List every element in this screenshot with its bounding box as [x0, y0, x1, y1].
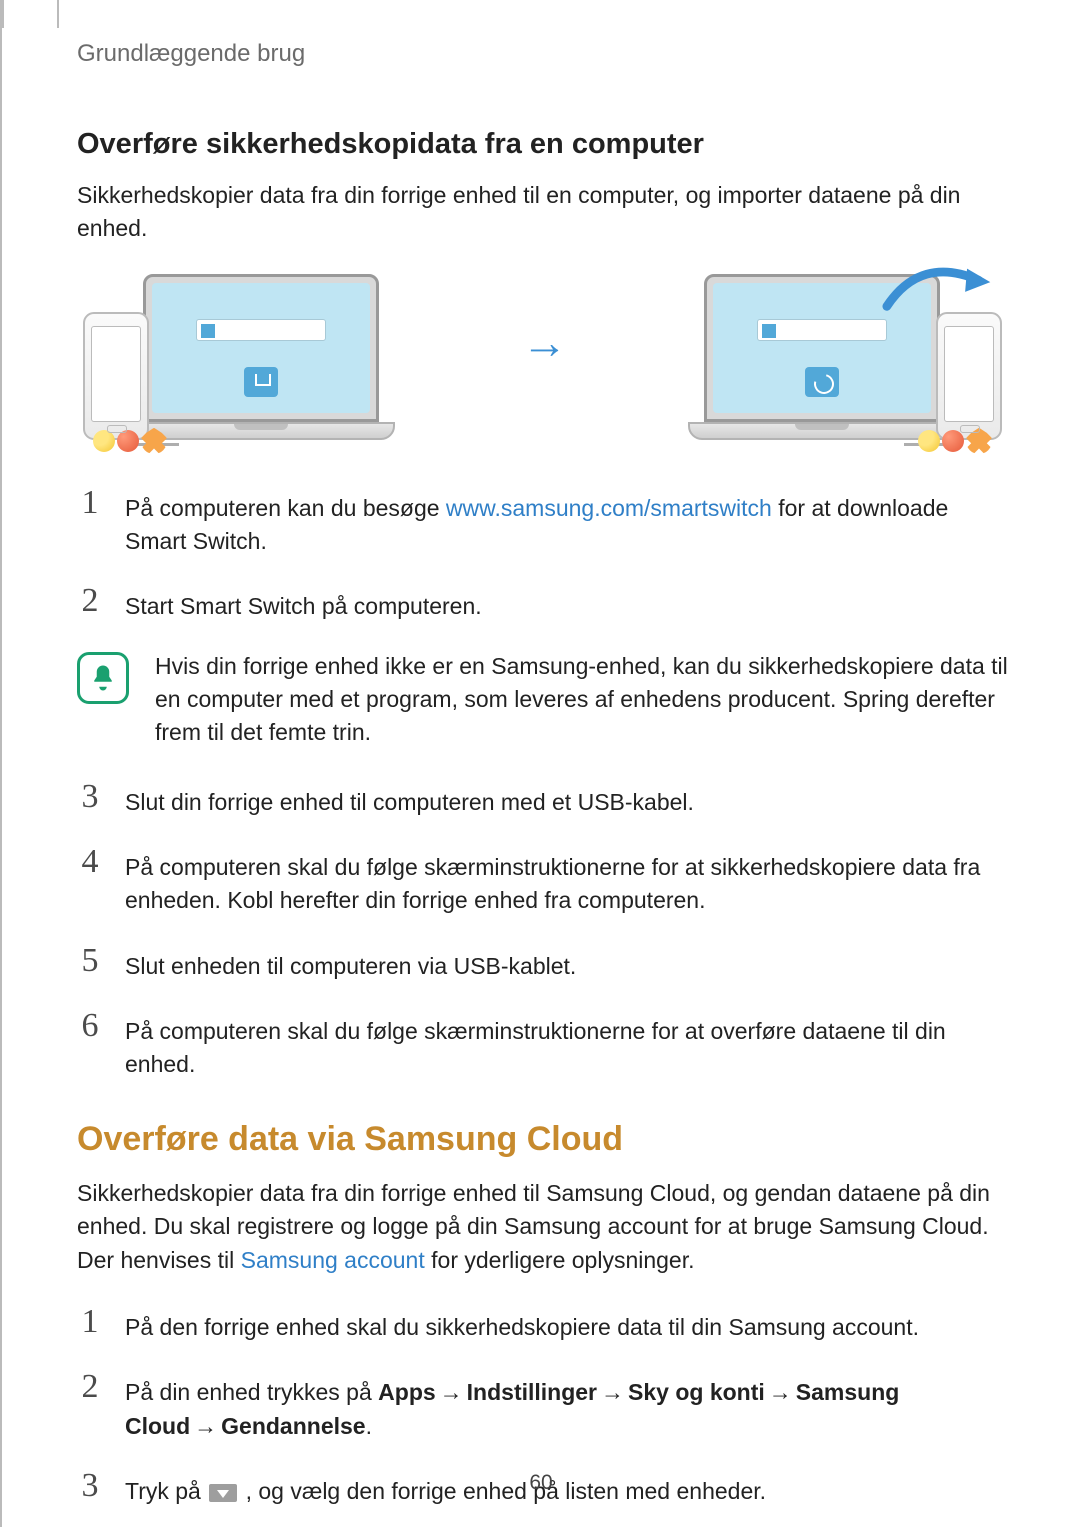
- note-text: Hvis din forrige enhed ikke er en Samsun…: [155, 650, 1008, 750]
- step-number: 2: [77, 584, 103, 618]
- section2-intro: Sikkerhedskopier data fra din forrige en…: [77, 1177, 1008, 1277]
- arrow-icon: →: [769, 1379, 792, 1405]
- section1-intro: Sikkerhedskopier data fra din forrige en…: [77, 179, 1008, 246]
- step-number: 3: [77, 780, 103, 814]
- step-item: 1 På den forrige enhed skal du sikkerhed…: [77, 1305, 1008, 1344]
- step-text: På den forrige enhed skal du sikkerhedsk…: [125, 1305, 919, 1344]
- data-dot-icon: [918, 430, 940, 452]
- laptop-restore-icon: [704, 274, 940, 440]
- page-number: 60: [2, 1471, 1080, 1495]
- diagram-backup-group: [83, 274, 379, 440]
- step-number: 5: [77, 944, 103, 978]
- note-box: Hvis din forrige enhed ikke er en Samsun…: [77, 650, 1008, 750]
- step-item: 4 På computeren skal du følge skærminstr…: [77, 845, 1008, 918]
- step-item: 6 På computeren skal du følge skærminstr…: [77, 1009, 1008, 1082]
- steps-list-1: 1 På computeren kan du besøge www.samsun…: [77, 486, 1008, 1082]
- step-item: 3 Slut din forrige enhed til computeren …: [77, 780, 1008, 819]
- step-number: 1: [77, 1305, 103, 1339]
- arrow-icon: →: [440, 1379, 463, 1405]
- step-text: Slut enheden til computeren via USB-kabl…: [125, 944, 576, 983]
- old-phone-icon: [83, 312, 149, 440]
- note-bell-icon: [77, 652, 129, 704]
- text-fragment: for yderligere oplysninger.: [425, 1247, 695, 1273]
- step-text: Slut din forrige enhed til computeren me…: [125, 780, 694, 819]
- step-number: 4: [77, 845, 103, 879]
- nav-path-segment: Sky og konti: [628, 1379, 765, 1405]
- step-text: Start Smart Switch på computeren.: [125, 584, 482, 623]
- samsung-account-link[interactable]: Samsung account: [241, 1247, 425, 1273]
- arrow-icon: →: [601, 1379, 624, 1405]
- smartswitch-link[interactable]: www.samsung.com/smartswitch: [446, 495, 772, 521]
- arrow-icon: →: [194, 1413, 217, 1439]
- nav-path-segment: Apps: [378, 1379, 436, 1405]
- step-item: 5 Slut enheden til computeren via USB-ka…: [77, 944, 1008, 983]
- step-number: 2: [77, 1370, 103, 1404]
- data-flower-icon: [141, 428, 167, 454]
- text-fragment: På din enhed trykkes på: [125, 1379, 378, 1405]
- step-text: På computeren skal du følge skærminstruk…: [125, 1009, 1008, 1082]
- nav-path-segment: Gendannelse: [221, 1413, 365, 1439]
- nav-path-segment: Indstillinger: [467, 1379, 597, 1405]
- text-fragment: På computeren kan du besøge: [125, 495, 446, 521]
- breadcrumb: Grundlæggende brug: [77, 40, 1008, 68]
- laptop-backup-icon: [143, 274, 379, 440]
- data-dot-icon: [942, 430, 964, 452]
- diagram-restore-group: [710, 274, 1002, 440]
- step-text: På din enhed trykkes på Apps→Indstilling…: [125, 1370, 1008, 1443]
- step-text: På computeren skal du følge skærminstruk…: [125, 845, 1008, 918]
- step-text: På computeren kan du besøge www.samsung.…: [125, 486, 1008, 559]
- step-number: 6: [77, 1009, 103, 1043]
- new-phone-icon: [936, 312, 1002, 440]
- step-item: 2 På din enhed trykkes på Apps→Indstilli…: [77, 1370, 1008, 1443]
- data-flower-icon: [966, 428, 992, 454]
- swoosh-arrow-icon: [882, 262, 998, 312]
- step-item: 1 På computeren kan du besøge www.samsun…: [77, 486, 1008, 559]
- section2-heading: Overføre data via Samsung Cloud: [77, 1120, 1008, 1159]
- step-item: 2 Start Smart Switch på computeren.: [77, 584, 1008, 623]
- data-dot-icon: [117, 430, 139, 452]
- step-number: 1: [77, 486, 103, 520]
- data-dot-icon: [93, 430, 115, 452]
- section1-heading: Overføre sikkerhedskopidata fra en compu…: [77, 128, 1008, 161]
- transfer-diagram: →: [77, 274, 1008, 440]
- arrow-right-icon: →: [522, 315, 568, 369]
